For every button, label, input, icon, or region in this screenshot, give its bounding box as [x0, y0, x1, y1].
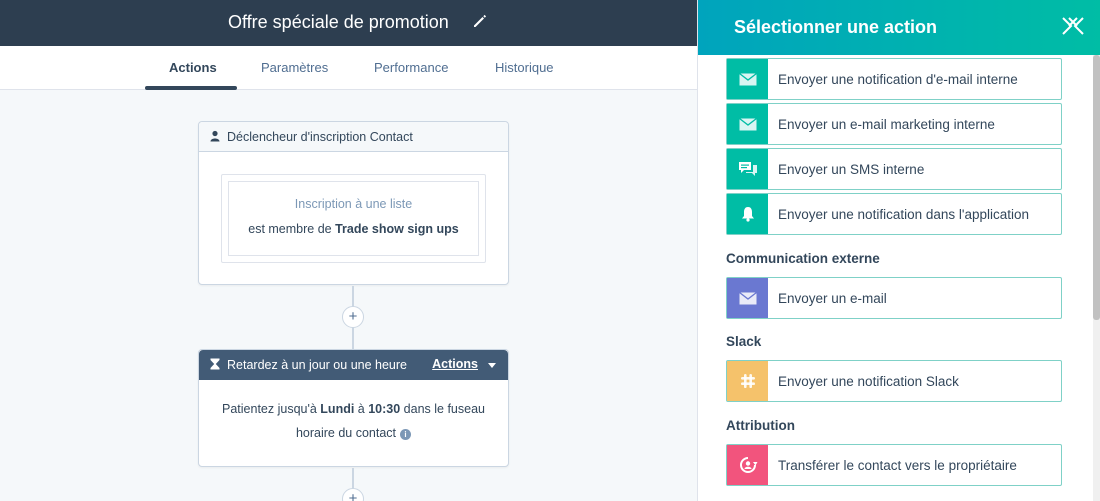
action-internal-sms[interactable]: Envoyer un SMS interne: [726, 148, 1062, 190]
delay-card[interactable]: Retardez à un jour ou une heure Actions …: [198, 349, 509, 467]
rotate-user-icon: [727, 445, 768, 485]
top-bar: Offre spéciale de promotion: [0, 0, 700, 46]
tab-historique[interactable]: Historique: [495, 60, 554, 75]
delay-title: Retardez à un jour ou une heure: [227, 358, 407, 372]
chat-bubbles-icon: [727, 149, 768, 189]
trigger-card[interactable]: Déclencheur d'inscription Contact Inscri…: [198, 121, 509, 285]
panel-scrollbar[interactable]: [1093, 55, 1100, 501]
trigger-criteria-box: Inscription à une liste est membre de Tr…: [221, 174, 486, 263]
section-title-attribution: Attribution: [726, 418, 795, 433]
trigger-criteria-type: Inscription à une liste: [294, 197, 413, 211]
action-label: Envoyer un e-mail marketing interne: [778, 117, 995, 132]
delay-text-mid: à: [354, 402, 369, 416]
scrollbar-thumb[interactable]: [1093, 55, 1100, 320]
workflow-title[interactable]: Offre spéciale de promotion: [228, 12, 449, 33]
delay-day: Lundi: [320, 402, 355, 416]
contact-icon: [210, 130, 220, 142]
section-title-slack: Slack: [726, 334, 762, 349]
info-icon[interactable]: i: [400, 429, 412, 440]
delay-description-line2: horaire du contact i: [199, 426, 508, 440]
action-label: Transférer le contact vers le propriétai…: [778, 458, 1017, 473]
panel-title: Sélectionner une action: [734, 17, 938, 37]
criteria-list-name: Trade show sign ups: [335, 222, 459, 236]
trigger-card-header: Déclencheur d'inscription Contact: [199, 122, 508, 152]
delay-text-prefix: Patientez jusqu'à: [222, 402, 321, 416]
delay-description: Patientez jusqu'à Lundi à 10:30 dans le …: [199, 402, 508, 416]
tab-actions[interactable]: Actions: [169, 60, 217, 75]
action-label: Envoyer un SMS interne: [778, 162, 925, 177]
delay-actions-dropdown[interactable]: Actions: [432, 357, 478, 371]
trigger-criteria-detail: est membre de Trade show sign ups: [229, 222, 478, 236]
action-send-email[interactable]: Envoyer un e-mail: [726, 277, 1062, 319]
action-label: Envoyer une notification Slack: [778, 374, 959, 389]
bell-icon: [727, 194, 768, 234]
workflow-canvas: Déclencheur d'inscription Contact Inscri…: [0, 91, 700, 501]
criteria-prefix: est membre de: [248, 222, 336, 236]
section-title-external: Communication externe: [726, 251, 880, 266]
trigger-title: Déclencheur d'inscription Contact: [227, 130, 413, 144]
action-in-app-notification[interactable]: Envoyer une notification dans l'applicat…: [726, 193, 1062, 235]
delay-time: 10:30: [368, 402, 401, 416]
action-label: Envoyer une notification dans l'applicat…: [778, 207, 1029, 222]
hourglass-icon: [210, 358, 220, 370]
delay-text-suffix: dans le fuseau: [400, 402, 485, 416]
chevron-down-icon[interactable]: [488, 363, 496, 368]
pencil-icon[interactable]: [472, 13, 488, 29]
envelope-icon: [727, 59, 768, 99]
add-step-button[interactable]: +: [342, 306, 364, 328]
close-icon[interactable]: [1060, 14, 1086, 36]
action-internal-email-notification[interactable]: Envoyer une notification d'e-mail intern…: [726, 58, 1062, 100]
slack-icon: [727, 361, 768, 401]
delay-card-header: Retardez à un jour ou une heure Actions: [199, 350, 508, 380]
action-label: Envoyer une notification d'e-mail intern…: [778, 72, 1018, 87]
action-internal-marketing-email[interactable]: Envoyer un e-mail marketing interne: [726, 103, 1062, 145]
action-rotate-contact-owner[interactable]: Transférer le contact vers le propriétai…: [726, 444, 1062, 486]
action-label: Envoyer un e-mail: [778, 291, 887, 306]
tab-bar: Actions Paramètres Performance Historiqu…: [0, 46, 700, 90]
delay-text-line2: horaire du contact: [295, 426, 397, 440]
panel-header: Sélectionner une action: [698, 0, 1100, 55]
envelope-icon: [727, 104, 768, 144]
action-slack-notification[interactable]: Envoyer une notification Slack: [726, 360, 1062, 402]
tab-parametres[interactable]: Paramètres: [261, 60, 328, 75]
add-step-button-bottom[interactable]: +: [342, 488, 364, 501]
tab-performance[interactable]: Performance: [374, 60, 448, 75]
envelope-icon: [727, 278, 768, 318]
active-tab-indicator: [145, 86, 237, 90]
trigger-criteria-inner: Inscription à une liste est membre de Tr…: [228, 181, 479, 256]
